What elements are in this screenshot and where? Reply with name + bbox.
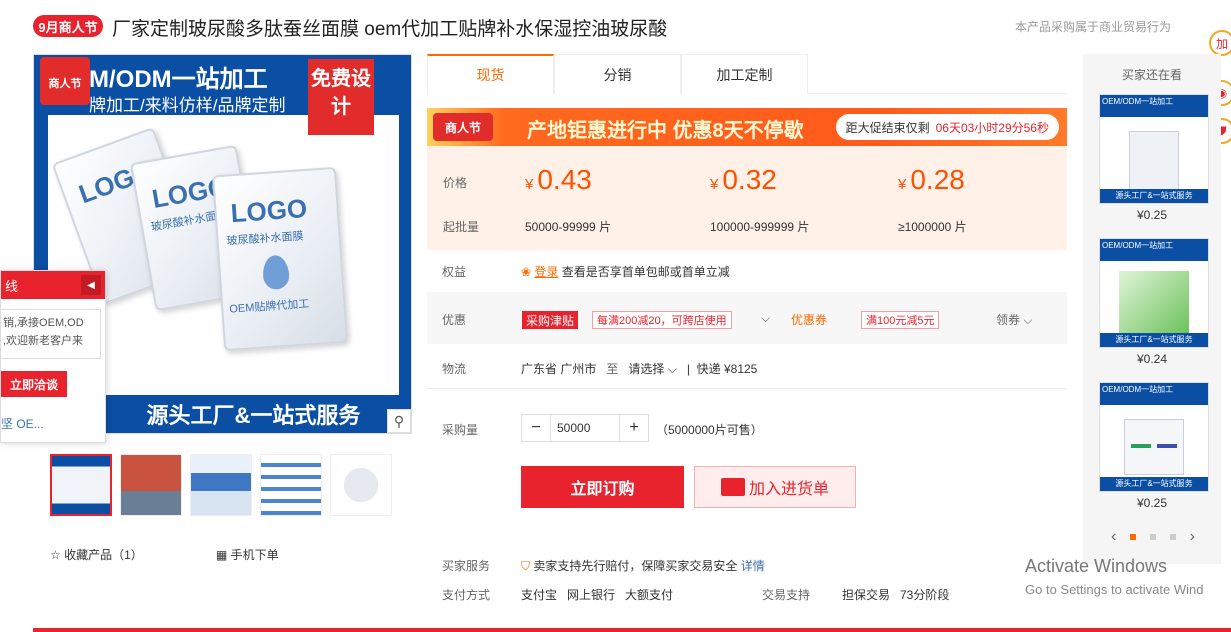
zoom-icon[interactable]: ⚲	[387, 409, 411, 433]
recommend-item-1[interactable]: OEM/ODM一站加工 源头工厂&一站式服务	[1099, 94, 1209, 204]
free-design-badge: 免费设计	[308, 59, 374, 135]
image-subheadline: 牌加工/来料仿样/品牌定制	[89, 96, 286, 115]
product-title: 厂家定制玻尿酸多肽蚕丝面膜 oem代加工贴牌补水保湿控油玻尿酸	[112, 19, 668, 40]
qty-tier-1: 50000-99999 片	[525, 220, 612, 234]
ship-from: 广东省 广州市	[521, 362, 597, 376]
popup-title: 线	[5, 278, 19, 294]
shipping-fee: 快递 ¥8125	[696, 362, 758, 376]
decrease-button[interactable]: −	[522, 415, 550, 441]
pager-dot[interactable]	[1169, 534, 1176, 540]
chevron-left-icon[interactable]: ‹	[1111, 528, 1116, 546]
increase-button[interactable]: +	[620, 415, 648, 441]
stock-available: （5000000片可售）	[656, 423, 763, 437]
trade-note: 本产品采购属于商业贸易行为	[1015, 20, 1172, 34]
buy-now-button[interactable]: 立即订购	[521, 466, 684, 508]
tab-custom[interactable]: 加工定制	[681, 54, 808, 94]
tab-distribution[interactable]: 分销	[554, 54, 681, 94]
divider	[427, 388, 1067, 389]
thumbnail-2[interactable]	[120, 454, 182, 516]
guarantee-icon: ⛉	[521, 559, 534, 573]
subsidy-tag: 采购津贴	[522, 311, 579, 329]
favorite-button[interactable]: ☆ 收藏产品（1）	[50, 546, 143, 563]
bottom-divider	[33, 628, 1231, 632]
thumbnail-1[interactable]	[50, 454, 112, 516]
discount-label: 优惠	[442, 313, 467, 327]
trade-support-label: 交易支持	[762, 588, 811, 602]
popup-footer-link[interactable]: 坚 OE...	[1, 415, 105, 432]
payment-methods: 支付宝 网上银行 大额支付	[521, 588, 674, 602]
logistics-label: 物流	[442, 362, 467, 376]
tab-bar: 现货 分销 加工定制	[427, 54, 1067, 94]
price-label: 价格	[443, 176, 468, 190]
trade-support: 担保交易 73分阶段	[842, 588, 950, 602]
envelope-icon	[720, 478, 745, 496]
recommend-item-3[interactable]: OEM/ODM一站加工 源头工厂&一站式服务	[1099, 382, 1209, 492]
rights-label: 权益	[442, 265, 467, 279]
rights-row: ❀ 登录 查看是否享首单包邮或首单立减	[521, 265, 730, 279]
promo-text: 产地钜惠进行中 优惠8天不停歇	[527, 120, 804, 142]
popup-header: 线 ◀	[1, 271, 105, 299]
coupon-label: 优惠券	[791, 313, 828, 327]
qrcode-icon: ▦	[216, 548, 231, 562]
shop-coupon[interactable]: 满100元减5元	[861, 311, 940, 329]
qty-tier-3: ≥1000000 片	[898, 220, 967, 234]
activate-windows-title: Activate Windows	[1025, 556, 1168, 576]
recommend-price-3: ¥0.25	[1136, 496, 1168, 510]
recommend-price-1: ¥0.25	[1136, 208, 1168, 222]
chevron-right-icon[interactable]: ›	[1190, 528, 1195, 546]
thumbnail-4[interactable]	[260, 454, 322, 516]
destination-select[interactable]: 请选择 ⌵	[628, 362, 676, 376]
promo-badge: 商人节	[433, 113, 493, 141]
chat-popup: 线 ◀ 销,承接OEM,OD ,欢迎新老客户来 立即洽谈 坚 OE...	[0, 270, 106, 443]
promo-banner[interactable]: 商人节 产地钜惠进行中 优惠8天不停歇 距大促结束仅剩 06天03小时29分56秒	[427, 108, 1067, 146]
discount-row: 优惠 采购津贴 每满200减20，可跨店使用 ⌵ 优惠券 满100元减5元 领券…	[427, 292, 1067, 344]
logistics-row: 广东省 广州市 至 请选择 ⌵ | 快递 ¥8125	[521, 362, 758, 376]
service-row: ⛉ 卖家支持先行赔付，保障买家交易安全 详情	[521, 559, 765, 573]
price-tier-1: ¥0.43	[525, 164, 592, 195]
recommend-pager: ‹ ›	[1111, 528, 1195, 546]
recommend-panel: 买家还在看 OEM/ODM一站加工 源头工厂&一站式服务 ¥0.25 OEM/O…	[1083, 54, 1221, 564]
pager-dot[interactable]	[1130, 534, 1137, 540]
subsidy-coupon[interactable]: 每满200减20，可跨店使用	[592, 311, 732, 329]
recommend-price-2: ¥0.24	[1136, 352, 1168, 366]
recommend-item-2[interactable]: OEM/ODM一站加工 源头工厂&一站式服务	[1099, 238, 1209, 348]
chat-now-button[interactable]: 立即洽谈	[1, 371, 67, 397]
float-join-button[interactable]: 加	[1209, 30, 1231, 56]
claim-coupon-button[interactable]: 领券 ⌵	[996, 311, 1032, 329]
quantity-label: 采购量	[442, 423, 479, 437]
event-logo: 商人节	[40, 57, 90, 105]
service-detail-link[interactable]: 详情	[741, 559, 765, 573]
star-icon: ☆	[50, 548, 65, 562]
quantity-stepper: − 50000 +	[521, 414, 649, 442]
gift-icon: ❀	[521, 265, 535, 279]
price-tier-2: ¥0.32	[710, 164, 777, 195]
image-frame-right	[399, 115, 411, 415]
payment-label: 支付方式	[442, 588, 491, 602]
add-to-cart-button[interactable]: 加入进货单	[694, 466, 856, 508]
countdown-timer: 距大促结束仅剩 06天03小时29分56秒	[835, 114, 1059, 140]
service-label: 买家服务	[442, 559, 491, 573]
price-block: 价格 起批量 ¥0.43 ¥0.32 ¥0.28 50000-99999 片 1…	[427, 146, 1067, 250]
quantity-input[interactable]: 50000	[550, 415, 620, 441]
image-headline: M/ODM一站加工	[89, 66, 268, 93]
popup-message: 销,承接OEM,OD ,欢迎新老客户来	[1, 309, 101, 359]
thumbnail-3[interactable]	[190, 454, 252, 516]
login-link[interactable]: 登录	[534, 265, 558, 279]
mobile-order-button[interactable]: ▦ 手机下单	[216, 546, 279, 563]
water-drop-icon	[261, 254, 291, 291]
pager-dot[interactable]	[1149, 534, 1156, 540]
sachet-front: LOGO 玻尿酸补水面膜 OEM贴牌代加工	[212, 166, 348, 352]
recommend-title: 买家还在看	[1121, 68, 1182, 82]
activate-windows-sub: Go to Settings to activate Wind	[1025, 582, 1204, 597]
price-tier-3: ¥0.28	[898, 164, 965, 195]
tab-spot[interactable]: 现货	[427, 54, 554, 94]
min-qty-label: 起批量	[443, 220, 480, 234]
chevron-down-icon[interactable]: ⌵	[761, 311, 770, 329]
event-badge: 9月商人节	[33, 15, 103, 37]
qty-tier-2: 100000-999999 片	[710, 220, 810, 234]
thumbnail-5[interactable]	[330, 454, 392, 516]
collapse-icon[interactable]: ◀	[81, 275, 101, 295]
